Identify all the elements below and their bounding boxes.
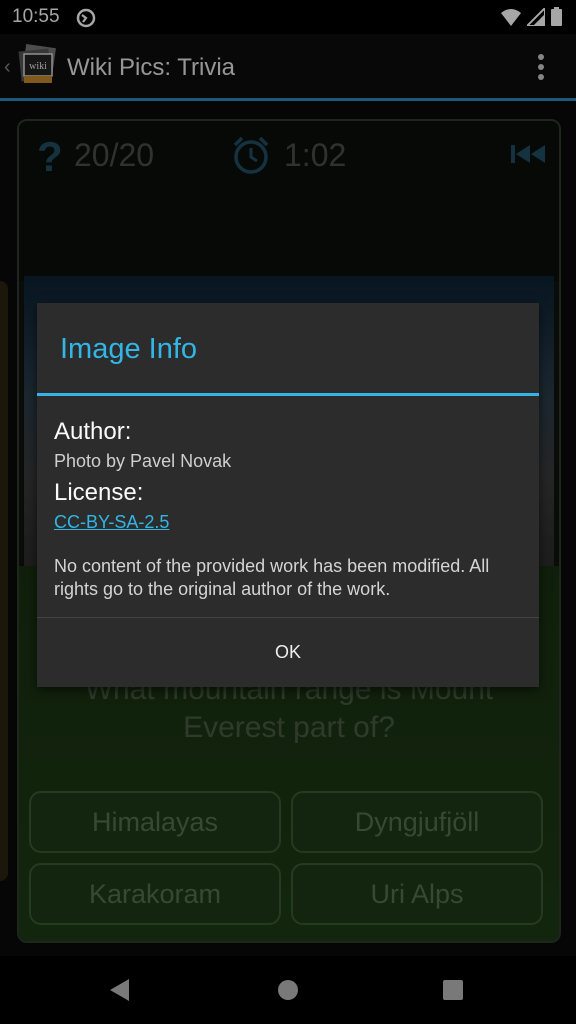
image-info-dialog: Image Info Author: Photo by Pavel Novak … (37, 303, 539, 687)
author-value: Photo by Pavel Novak (54, 451, 232, 471)
license-link[interactable]: CC-BY-SA-2.5 (54, 512, 169, 533)
ok-button[interactable]: OK (37, 618, 539, 687)
dialog-title: Image Info (60, 333, 198, 365)
author-label: Author: (54, 418, 132, 445)
license-label: License: (54, 479, 144, 506)
dialog-title-divider (37, 393, 539, 396)
modification-note: No content of the provided work has been… (54, 556, 490, 599)
